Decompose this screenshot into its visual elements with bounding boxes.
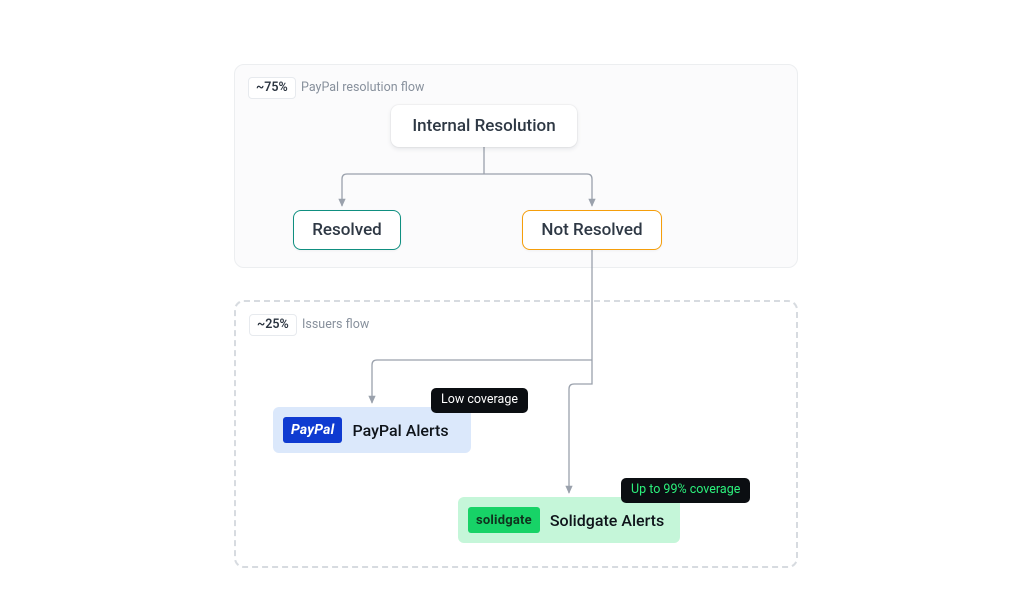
percent-badge-top: ~75% — [248, 77, 296, 99]
solidgate-brand-chip: solidgate — [468, 507, 540, 533]
node-resolved: Resolved — [293, 210, 401, 250]
alert-solidgate: solidgate Solidgate Alerts — [458, 497, 680, 543]
alert-solidgate-label: Solidgate Alerts — [550, 511, 664, 530]
alert-paypal-label: PayPal Alerts — [352, 421, 448, 440]
coverage-badge-low: Low coverage — [431, 388, 528, 413]
panel-label-bottom: Issuers flow — [302, 317, 369, 333]
alert-paypal: PayPal PayPal Alerts — [273, 407, 471, 453]
panel-label-top: PayPal resolution flow — [301, 80, 424, 96]
coverage-badge-high: Up to 99% coverage — [621, 478, 750, 503]
percent-badge-bottom: ~25% — [249, 314, 297, 336]
node-not-resolved: Not Resolved — [522, 210, 662, 250]
diagram-stage: ~75% PayPal resolution flow ~25% Issuers… — [234, 64, 798, 568]
paypal-brand-chip: PayPal — [283, 417, 342, 443]
node-internal-resolution: Internal Resolution — [391, 105, 577, 147]
